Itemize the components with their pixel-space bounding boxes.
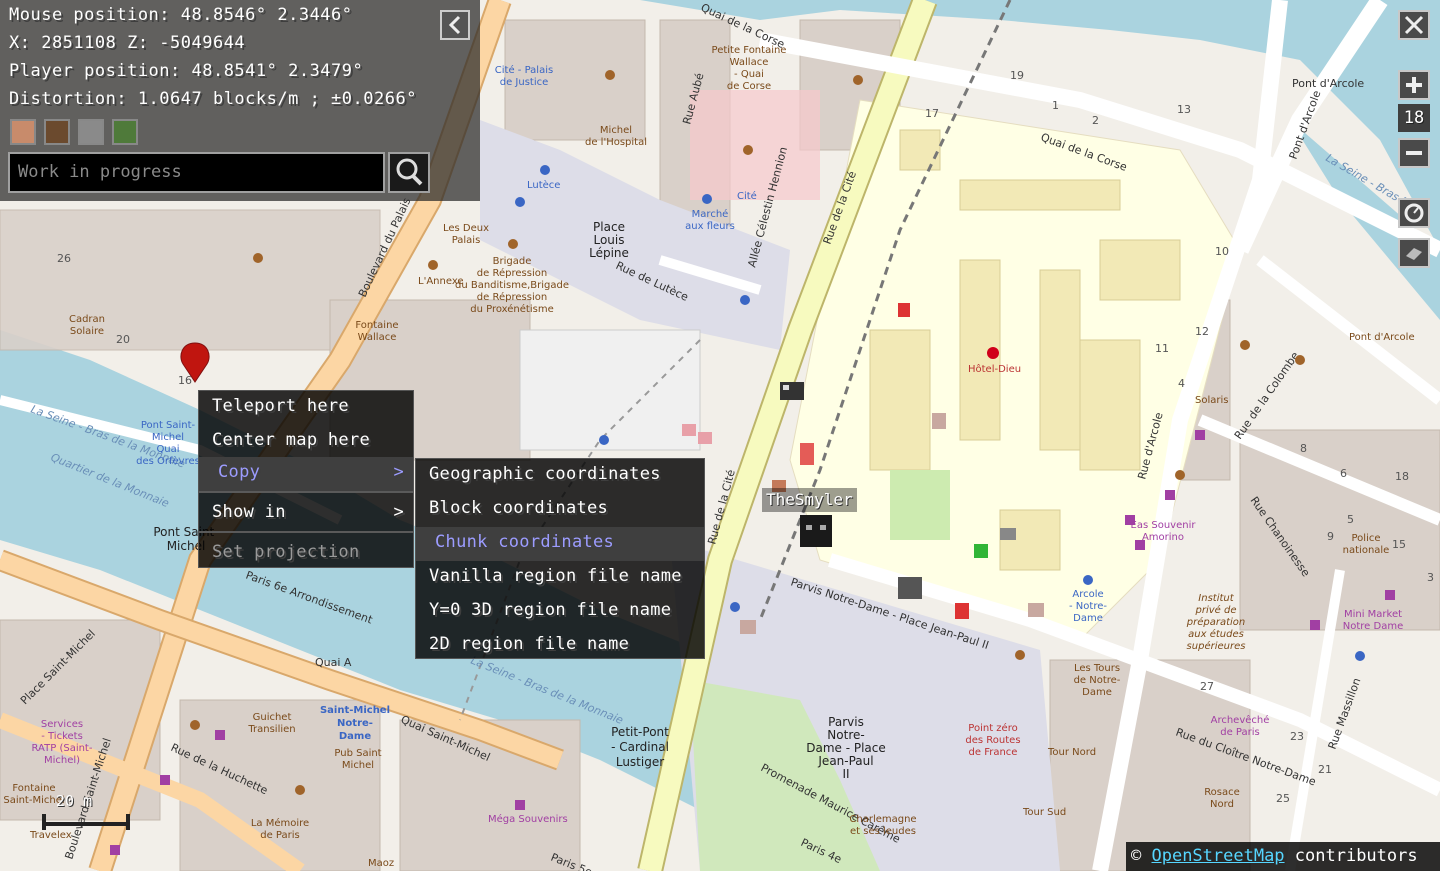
map-label: Solaris <box>1195 395 1228 406</box>
block-coordinates-text: X: 2851108 Z: -5049644 <box>9 33 246 53</box>
menu-item-label: Show in <box>212 502 286 522</box>
svg-text:18: 18 <box>1395 470 1409 483</box>
petit-pont-label: Petit-Pont - Cardinal Lustiger <box>611 725 669 769</box>
point-zero-label: Point zéro des Routes de France <box>965 722 1020 758</box>
svg-text:25: 25 <box>1276 792 1290 805</box>
svg-text:10: 10 <box>1215 245 1229 258</box>
player-face-4[interactable] <box>112 119 138 145</box>
mouse-position-text: Mouse position: 48.8546° 2.3446° <box>9 5 353 25</box>
map-label: Tour Nord <box>1047 747 1096 758</box>
search-icon <box>396 158 423 186</box>
svg-text:16: 16 <box>178 374 192 387</box>
svg-text:4: 4 <box>1178 377 1185 390</box>
layers-button[interactable] <box>1398 238 1430 268</box>
map-label: Tour Sud <box>1022 807 1066 818</box>
svg-text:26: 26 <box>57 252 71 265</box>
svg-text:1: 1 <box>1052 99 1059 112</box>
svg-text:2: 2 <box>1092 114 1099 127</box>
submenu-item-vanilla-region[interactable]: Vanilla region file name <box>416 561 704 595</box>
collapse-panel-button[interactable] <box>440 10 470 40</box>
fullscreen-button[interactable] <box>1398 10 1430 40</box>
compass-icon <box>1404 203 1424 223</box>
submenu-item-2d-region[interactable]: 2D region file name <box>416 629 704 659</box>
svg-text:27: 27 <box>1200 680 1214 693</box>
guichet-label: Guichet Transilien <box>247 712 295 735</box>
svg-text:5: 5 <box>1347 513 1354 526</box>
player-face-1[interactable] <box>10 119 36 145</box>
cadran-label: Cadran Solaire <box>69 314 105 337</box>
svg-text:13: 13 <box>1177 103 1191 116</box>
menu-item-center-map[interactable]: Center map here <box>199 425 413 459</box>
fullscreen-icon <box>1404 15 1424 35</box>
copy-submenu: Geographic coordinates Block coordinates… <box>415 458 705 659</box>
submenu-item-block[interactable]: Block coordinates <box>416 493 704 527</box>
menu-separator <box>199 491 413 493</box>
svg-text:20: 20 <box>116 333 130 346</box>
svg-text:15: 15 <box>1392 538 1406 551</box>
arcole-nd-label: Arcole - Notre-Dame <box>1069 589 1107 624</box>
minus-icon <box>1406 151 1422 155</box>
zoom-level: 18 <box>1398 104 1430 132</box>
player-face-3[interactable] <box>78 119 104 145</box>
map-label: Pont d'Arcole <box>1349 332 1415 343</box>
charlemagne-label: Charlemagne et ses leudes <box>849 814 916 837</box>
distortion-text: Distortion: 1.0647 blocks/m ; ±0.0266° <box>9 89 417 109</box>
mini-market-label: Mini Market Notre Dame <box>1343 609 1403 632</box>
chevron-right-icon: > <box>393 462 404 482</box>
map-label: Méga Souvenirs <box>488 813 568 825</box>
chevron-left-icon <box>448 15 461 35</box>
map-label: Hôtel-Dieu <box>968 363 1021 375</box>
menu-item-teleport[interactable]: Teleport here <box>199 391 413 425</box>
svg-text:23: 23 <box>1290 730 1304 743</box>
scale-label: 20 m <box>56 792 93 810</box>
info-panel: Mouse position: 48.8546° 2.3446° X: 2851… <box>0 0 480 201</box>
hospital-icon <box>987 347 999 359</box>
search-button[interactable] <box>388 152 430 193</box>
search-input[interactable]: Work in progress <box>8 152 385 193</box>
zoom-in-button[interactable] <box>1398 70 1430 100</box>
map-label: Quai A <box>315 656 352 669</box>
svg-text:8: 8 <box>1300 442 1307 455</box>
submenu-item-3d-region[interactable]: Y=0 3D region file name <box>416 595 704 629</box>
svg-text:21: 21 <box>1318 763 1332 776</box>
menu-item-show-in[interactable]: Show in > <box>199 497 413 531</box>
player-position-text: Player position: 48.8541° 2.3479° <box>9 61 364 81</box>
submenu-item-geographic[interactable]: Geographic coordinates <box>416 459 704 493</box>
svg-text:17: 17 <box>925 107 939 120</box>
menu-item-label: Copy <box>218 462 261 482</box>
map-label: Cité <box>737 190 757 202</box>
copyright-text: © <box>1131 846 1152 866</box>
svg-text:19: 19 <box>1010 69 1024 82</box>
openstreetmap-link[interactable]: OpenStreetMap <box>1151 846 1284 866</box>
player-face-2[interactable] <box>44 119 70 145</box>
hotel-dieu-garden <box>890 470 950 540</box>
submenu-item-chunk[interactable]: Chunk coordinates <box>416 527 704 561</box>
attribution: © OpenStreetMap contributors <box>1126 842 1440 871</box>
layers-icon <box>1406 248 1422 260</box>
svg-text:9: 9 <box>1327 530 1334 543</box>
fontaine-wallace-2-label: Fontaine Wallace <box>355 320 398 343</box>
map-label: Lutèce <box>527 179 560 191</box>
menu-separator <box>199 531 413 533</box>
menu-item-copy[interactable]: Copy > <box>199 457 413 491</box>
map-label: Pont d'Arcole <box>1292 77 1364 90</box>
menu-item-set-projection[interactable]: Set projection <box>199 537 413 571</box>
place-louis-lepine-label: Place Louis Lépine <box>589 220 629 260</box>
contributors-text: contributors <box>1284 846 1418 866</box>
player-name-tag: TheSmyler <box>762 488 857 512</box>
compass-button[interactable] <box>1398 198 1430 228</box>
svg-text:6: 6 <box>1340 467 1347 480</box>
svg-text:3: 3 <box>1427 571 1434 584</box>
zoom-out-button[interactable] <box>1398 138 1430 168</box>
plus-icon <box>1406 77 1422 93</box>
svg-text:11: 11 <box>1155 342 1169 355</box>
map-label: Maoz <box>368 858 394 869</box>
svg-text:12: 12 <box>1195 325 1209 338</box>
chevron-right-icon: > <box>393 502 404 522</box>
context-menu: Teleport here Center map here Copy > Show… <box>198 390 414 568</box>
